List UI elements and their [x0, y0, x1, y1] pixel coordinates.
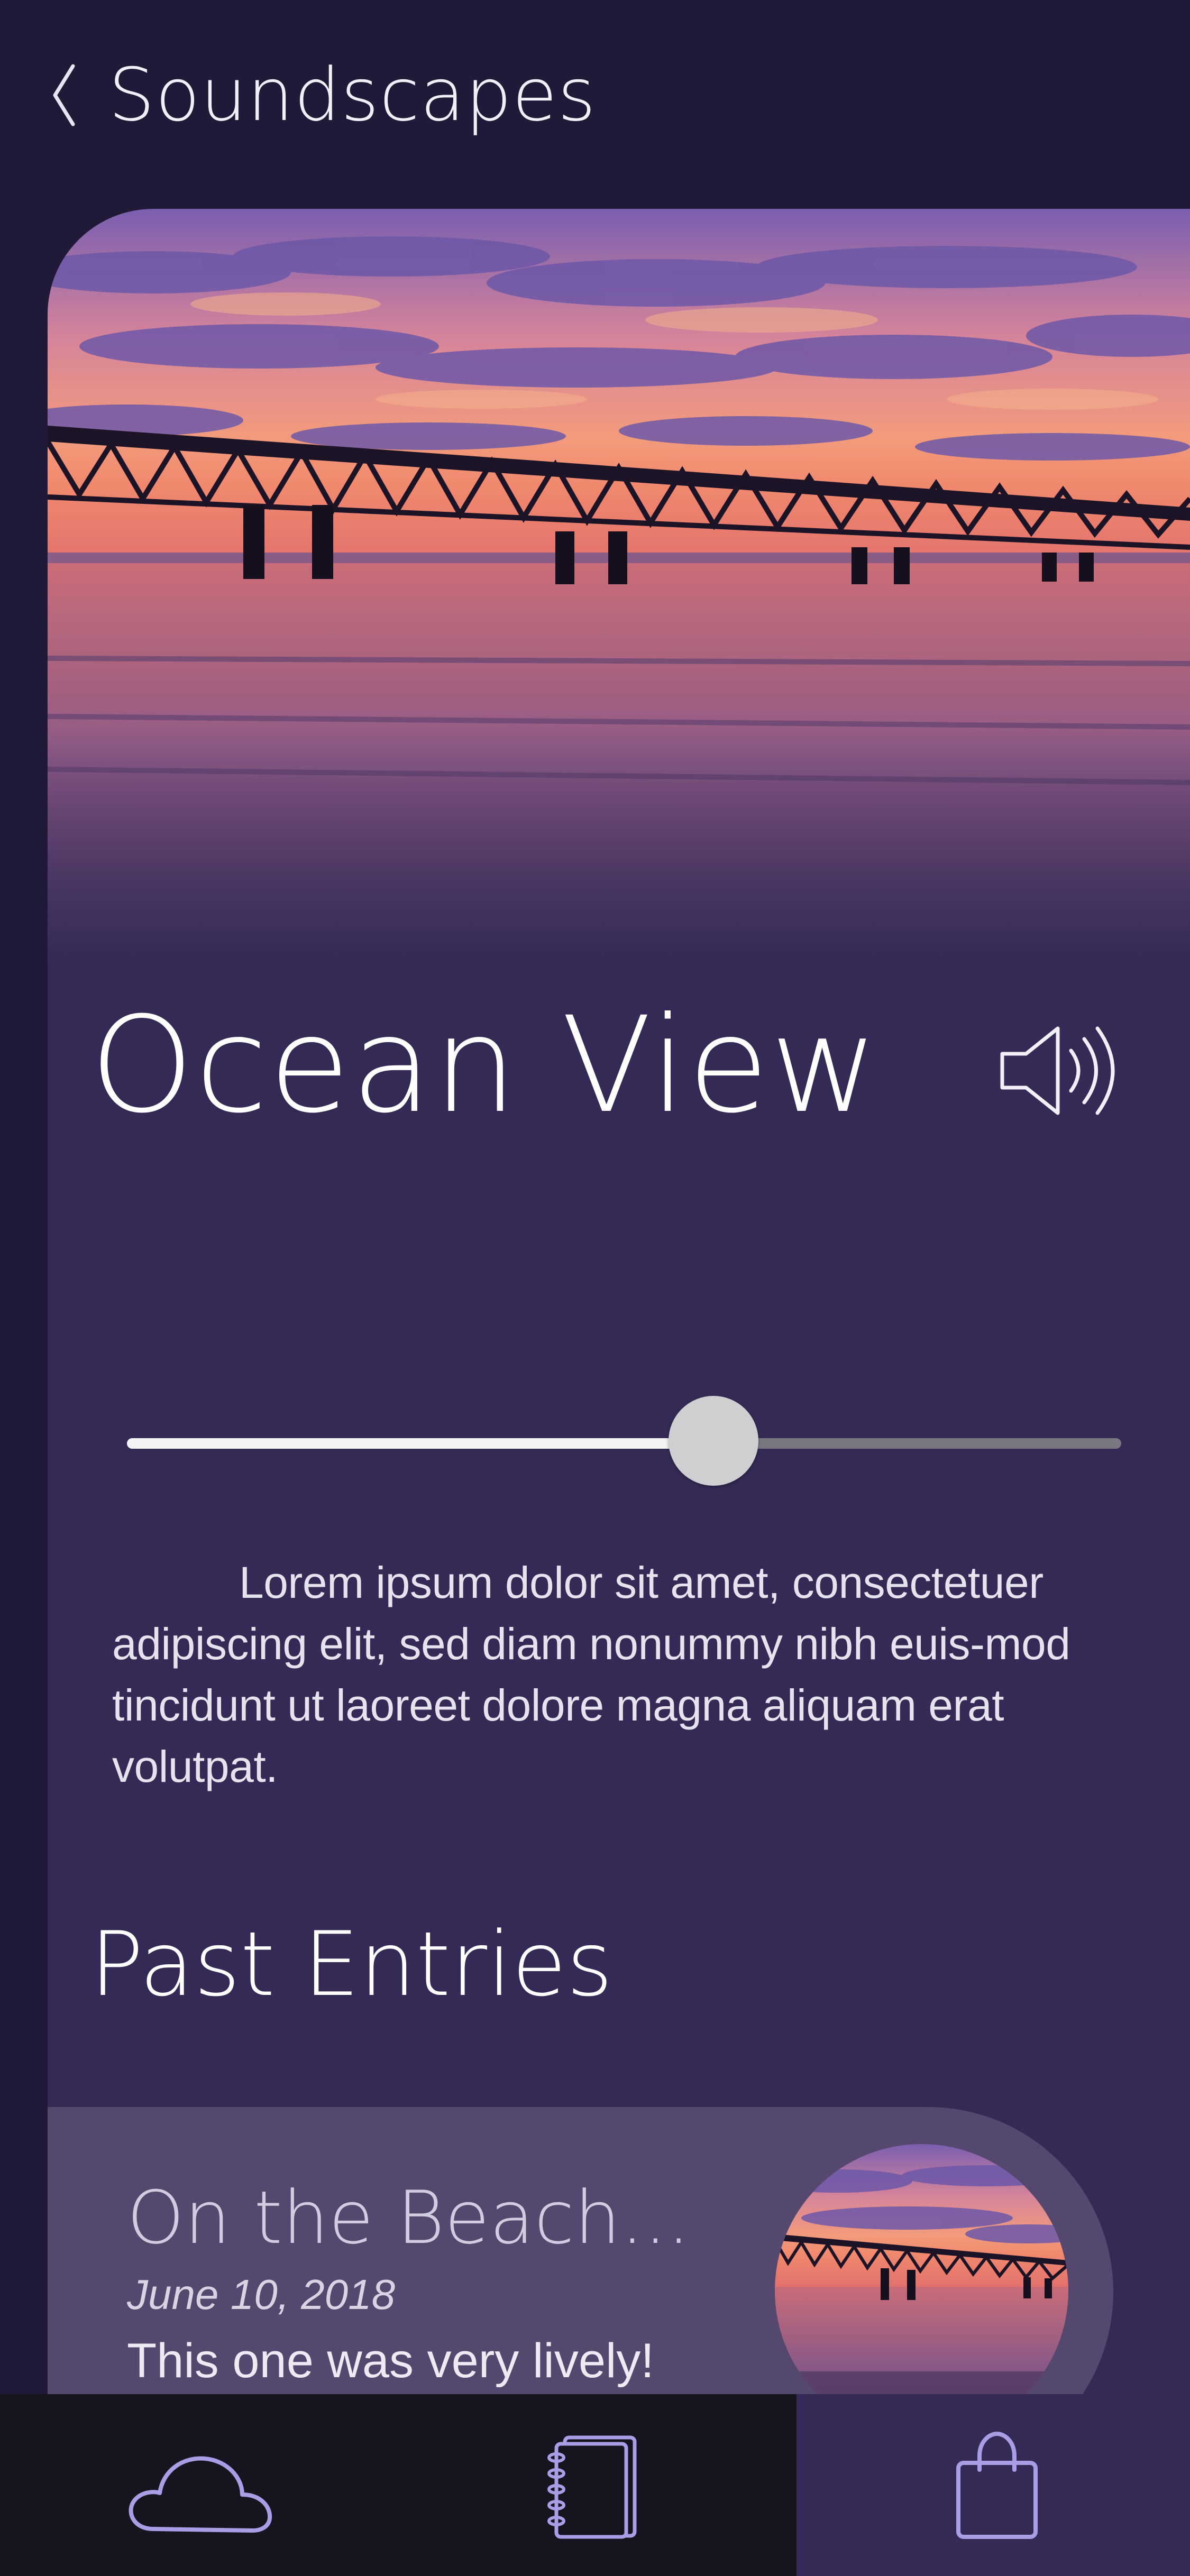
soundscape-card: Ocean View Lorem ipsum dolor sit amet, c… — [48, 209, 1190, 2576]
slider-thumb[interactable] — [669, 1396, 759, 1486]
journal-icon — [547, 2435, 637, 2539]
back-button[interactable] — [48, 58, 79, 132]
entry-title: On the Beach... — [127, 2175, 691, 2260]
entry-date: June 10, 2018 — [127, 2271, 396, 2318]
cloud-icon — [129, 2456, 272, 2533]
bottom-nav — [0, 2394, 1190, 2576]
track-description: Lorem ipsum dolor sit amet, consectetuer… — [112, 1558, 1070, 1791]
entry-note: This one was very lively! — [127, 2334, 654, 2388]
shopping-bag-icon — [956, 2431, 1038, 2539]
nav-background — [0, 2394, 797, 2576]
page-title: Soundscapes — [108, 52, 597, 137]
track-title: Ocean View — [90, 988, 880, 1142]
header-bar: Soundscapes — [0, 0, 1190, 196]
past-entries-heading: Past Entries — [90, 1912, 613, 2016]
playback-slider[interactable] — [127, 1396, 1121, 1491]
entry-thumbnail — [775, 2144, 1068, 2437]
nav-item-cloud[interactable] — [122, 2442, 275, 2537]
speaker-volume-icon — [1000, 1026, 1115, 1115]
volume-button[interactable] — [997, 1018, 1124, 1124]
nav-item-journal[interactable] — [545, 2431, 640, 2542]
chevron-left-icon — [53, 64, 75, 126]
nav-item-shop[interactable] — [952, 2428, 1042, 2542]
slider-fill — [127, 1438, 714, 1449]
hero-image — [48, 209, 1190, 965]
